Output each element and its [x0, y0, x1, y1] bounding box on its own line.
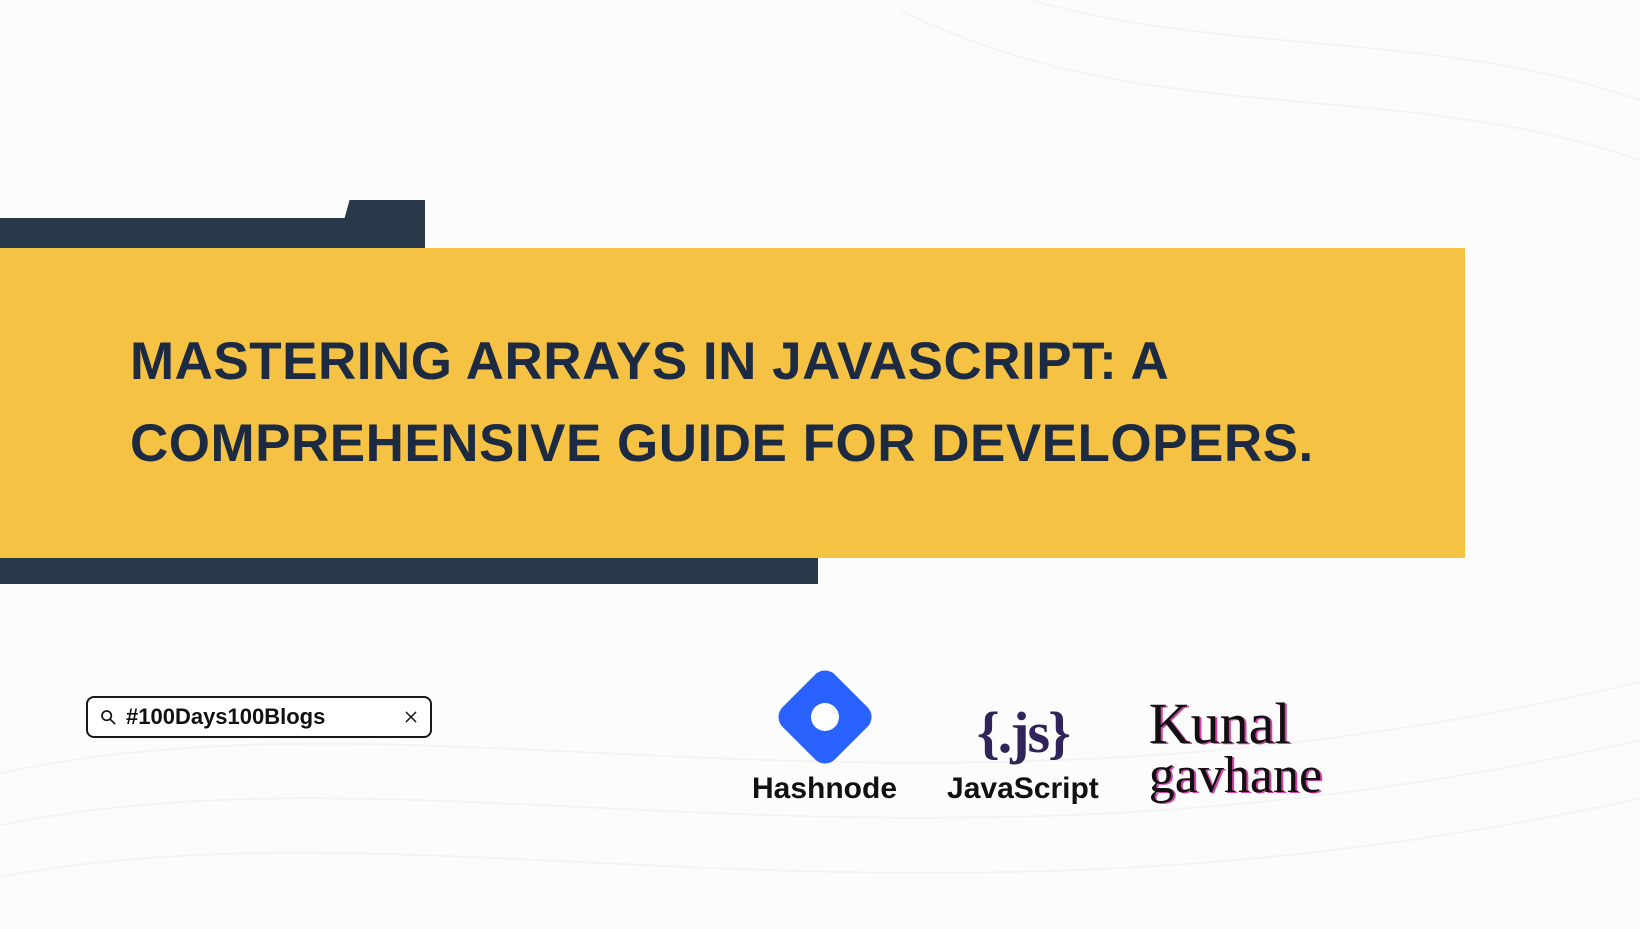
hero-underline-bar	[0, 558, 818, 584]
footer-logos-row: Hashnode {.js} JavaScript Kunal gavhane	[752, 636, 1560, 806]
search-tag-pill[interactable]: #100Days100Blogs	[86, 696, 432, 738]
page-title: MASTERING ARRAYS IN JAVASCRIPT: A COMPRE…	[130, 321, 1405, 485]
javascript-icon: {.js}	[977, 704, 1069, 762]
search-value: #100Days100Blogs	[126, 704, 394, 730]
author-first-name: Kunal	[1149, 696, 1291, 751]
hero-panel: MASTERING ARRAYS IN JAVASCRIPT: A COMPRE…	[0, 248, 1465, 558]
author-signature: Kunal gavhane	[1149, 696, 1322, 800]
javascript-label: JavaScript	[947, 772, 1099, 806]
hashnode-logo-block: Hashnode	[752, 672, 897, 806]
javascript-logo-block: {.js} JavaScript	[947, 704, 1099, 806]
search-icon	[100, 709, 116, 725]
clear-icon[interactable]	[404, 710, 418, 724]
author-last-name: gavhane	[1149, 751, 1322, 800]
hashnode-icon	[780, 672, 870, 762]
hashnode-label: Hashnode	[752, 772, 897, 806]
